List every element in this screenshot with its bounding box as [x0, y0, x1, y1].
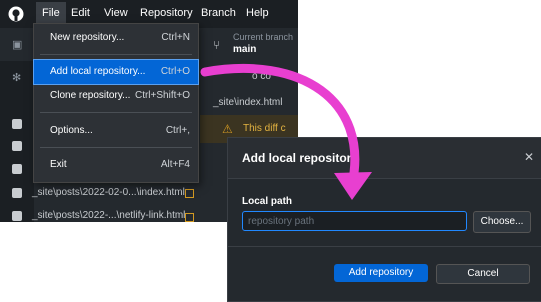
toolbar-fragment: o co — [252, 71, 271, 82]
menu-new-repository[interactable]: New repository... Ctrl+N — [34, 26, 198, 50]
menu-item-label: New repository... — [50, 32, 125, 43]
menu-item-label: Add local repository... — [50, 66, 146, 77]
menu-add-local-repository[interactable]: Add local repository... Ctrl+O — [33, 59, 199, 85]
choose-button[interactable]: Choose... — [473, 211, 531, 233]
info-icon: ✻ — [12, 72, 22, 84]
current-branch-name[interactable]: main — [233, 44, 256, 55]
menu-item-shortcut: Ctrl+, — [165, 125, 190, 136]
current-branch-caption: Current branch — [233, 32, 294, 42]
menu-separator — [40, 54, 192, 55]
file-checkbox[interactable] — [12, 211, 22, 221]
menu-repository[interactable]: Repository — [140, 7, 193, 19]
changes-sidebar: ✻ — [0, 61, 34, 222]
dialog-header: Add local repository ✕ — [228, 138, 541, 179]
changed-file-row[interactable]: _site\posts\2022-02-0...\index.html — [32, 187, 196, 198]
menu-item-shortcut: Ctrl+Shift+O — [134, 90, 190, 101]
file-checkbox[interactable] — [12, 164, 22, 174]
warning-icon: ⚠ — [222, 122, 233, 136]
menu-edit[interactable]: Edit — [71, 7, 90, 19]
local-path-label: Local path — [242, 196, 293, 207]
menu-view[interactable]: View — [104, 7, 128, 19]
cancel-button[interactable]: Cancel — [436, 264, 530, 284]
dialog-footer-divider — [228, 246, 541, 247]
file-checkbox[interactable] — [12, 141, 22, 151]
menu-exit[interactable]: Exit Alt+F4 — [34, 153, 198, 177]
menu-clone-repository[interactable]: Clone repository... Ctrl+Shift+O — [34, 84, 198, 108]
menu-item-shortcut: Ctrl+N — [161, 32, 190, 43]
local-path-input[interactable] — [242, 211, 467, 231]
menu-item-label: Exit — [50, 159, 67, 170]
branch-icon: ⑂ — [213, 38, 221, 52]
add-repository-button[interactable]: Add repository — [334, 264, 428, 282]
modified-badge-icon — [185, 213, 194, 222]
menu-item-label: Clone repository... — [50, 90, 131, 101]
menu-item-shortcut: Ctrl+O — [160, 66, 190, 77]
diff-warning-text: This diff c — [243, 123, 286, 134]
file-menu: New repository... Ctrl+N Add local repos… — [33, 23, 199, 183]
menu-file[interactable]: File — [36, 2, 66, 24]
close-icon[interactable]: ✕ — [524, 150, 534, 164]
menu-options[interactable]: Options... Ctrl+, — [34, 119, 198, 143]
file-checkbox[interactable] — [12, 188, 22, 198]
repository-icon[interactable]: ▣ — [12, 38, 22, 51]
modified-badge-icon — [185, 189, 194, 198]
menu-help[interactable]: Help — [246, 7, 269, 19]
menu-separator — [40, 147, 192, 148]
menu-separator — [40, 112, 192, 113]
changed-file-row[interactable]: _site\posts\2022-...\netlify-link.html — [32, 210, 196, 221]
dialog-title: Add local repository — [242, 151, 359, 165]
menu-item-label: Options... — [50, 125, 93, 136]
diff-file-path: _site\index.html — [213, 97, 283, 108]
menu-item-shortcut: Alt+F4 — [160, 159, 190, 170]
add-local-repository-dialog: Add local repository ✕ Local path Choose… — [227, 137, 541, 302]
github-logo-icon — [8, 6, 24, 22]
select-all-checkbox[interactable] — [12, 119, 22, 129]
menu-branch[interactable]: Branch — [201, 7, 236, 19]
